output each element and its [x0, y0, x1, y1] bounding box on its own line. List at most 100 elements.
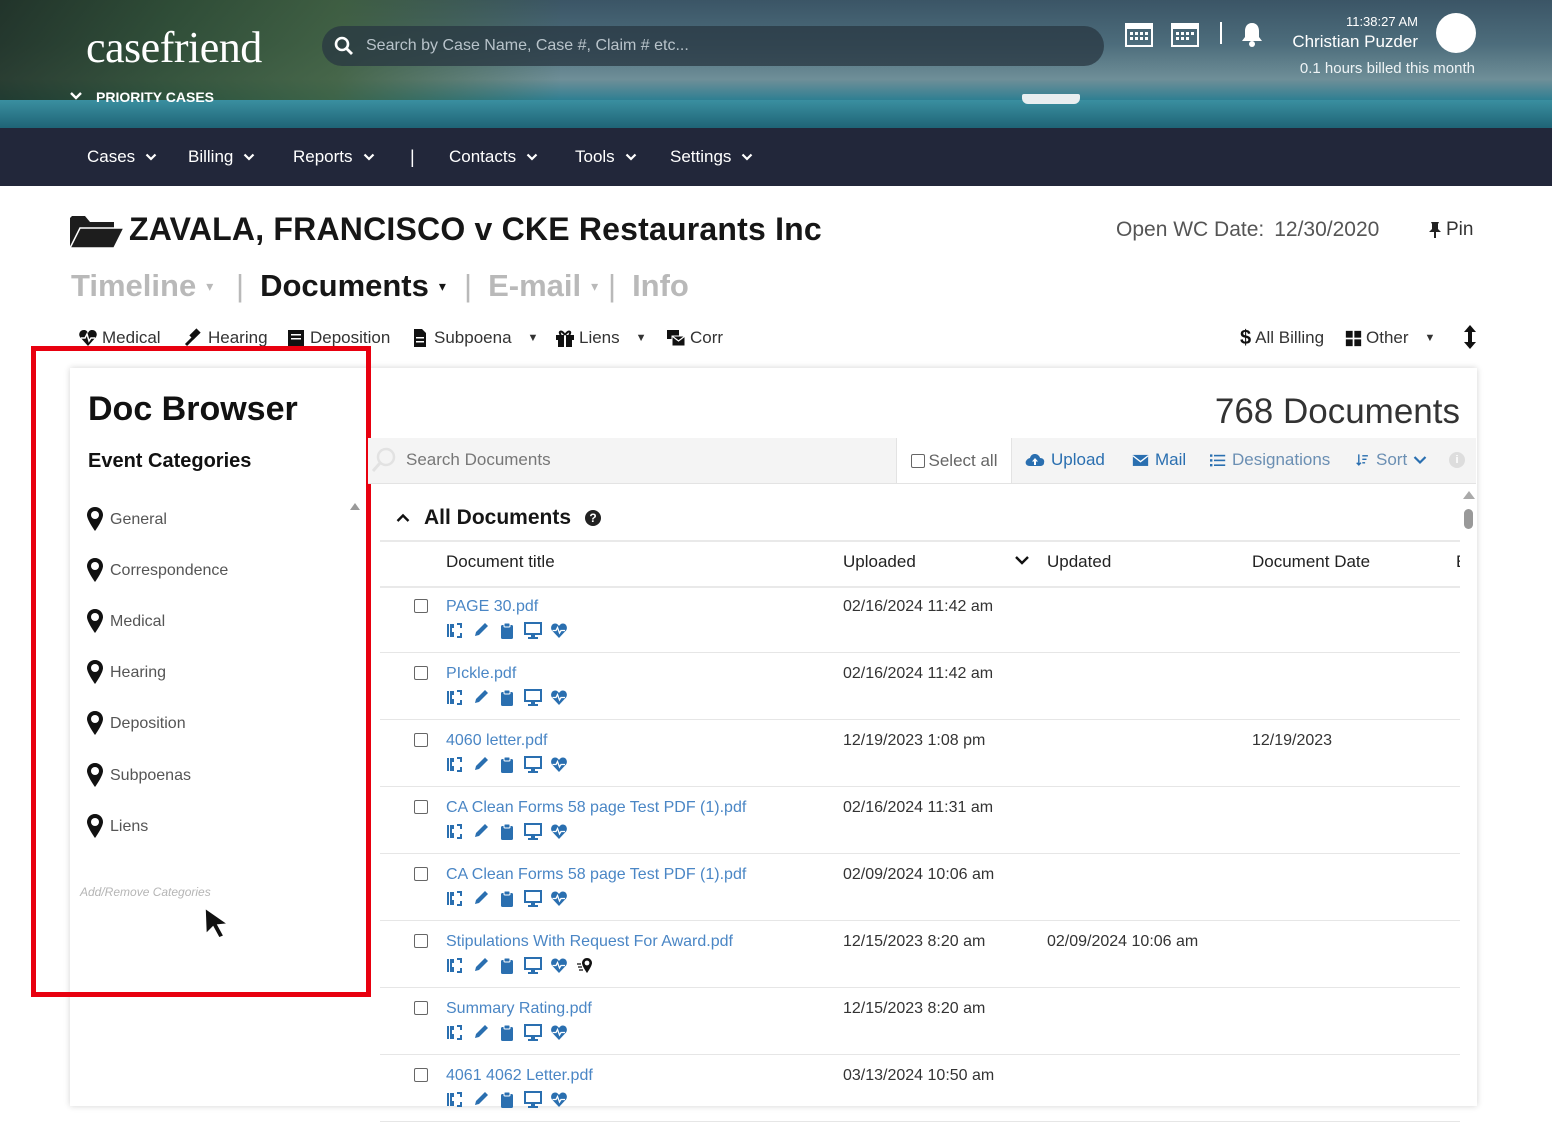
table-row[interactable]: 4061 4062 Letter.pdf 03/13/2024 10:50 am — [380, 1055, 1460, 1122]
tab-documents[interactable]: | Documents ▾ — [236, 268, 446, 304]
document-title-link[interactable]: CA Clean Forms 58 page Test PDF (1).pdf — [446, 866, 746, 884]
monitor-icon[interactable] — [524, 756, 542, 773]
tab-timeline[interactable]: Timeline ▾ — [71, 268, 213, 304]
category-medical[interactable]: Medical — [86, 607, 165, 637]
document-title-link[interactable]: PIckle.pdf — [446, 665, 516, 683]
add-remove-categories-link[interactable]: Add/Remove Categories — [80, 885, 211, 899]
help-icon[interactable]: ? — [585, 510, 602, 526]
heart-pulse-icon[interactable] — [550, 823, 568, 840]
pencil-icon[interactable] — [472, 890, 490, 907]
monitor-icon[interactable] — [524, 1091, 542, 1108]
expand-vertical-icon[interactable] — [1462, 324, 1478, 350]
subnav-corr[interactable]: Corr — [666, 326, 723, 350]
column-uploaded[interactable]: Uploaded — [843, 552, 916, 572]
heart-pulse-icon[interactable] — [550, 957, 568, 974]
document-search[interactable] — [370, 440, 888, 480]
category-general[interactable]: General — [86, 505, 167, 535]
nav-tools[interactable]: Tools — [575, 128, 637, 186]
nav-billing[interactable]: Billing — [188, 128, 255, 186]
avatar[interactable] — [1436, 13, 1476, 53]
select-all-checkbox[interactable] — [910, 453, 925, 468]
table-row[interactable]: CA Clean Forms 58 page Test PDF (1).pdf 0… — [380, 787, 1460, 854]
row-checkbox[interactable] — [414, 666, 428, 680]
category-subpoenas[interactable]: Subpoenas — [86, 761, 191, 791]
calendar-week-icon[interactable] — [1170, 20, 1200, 48]
clipboard-icon[interactable] — [498, 756, 516, 773]
pencil-icon[interactable] — [472, 756, 490, 773]
heart-pulse-icon[interactable] — [550, 1024, 568, 1041]
document-title-link[interactable]: PAGE 30.pdf — [446, 598, 538, 616]
category-deposition[interactable]: Deposition — [86, 709, 186, 739]
column-truncated[interactable]: E — [1456, 552, 1460, 572]
global-search-input[interactable] — [364, 36, 1068, 56]
barcode-icon[interactable] — [446, 689, 464, 706]
tab-info[interactable]: | Info — [608, 268, 689, 304]
subnav-subpoena[interactable]: Subpoena ▼ — [410, 326, 538, 350]
table-row[interactable]: PIckle.pdf 02/16/2024 11:42 am — [380, 653, 1460, 720]
document-title-link[interactable]: Stipulations With Request For Award.pdf — [446, 933, 733, 951]
brand-logo[interactable]: casefriend — [86, 22, 262, 73]
table-row[interactable]: Stipulations With Request For Award.pdf 1… — [380, 921, 1460, 988]
nav-contacts[interactable]: Contacts — [449, 128, 538, 186]
barcode-icon[interactable] — [446, 957, 464, 974]
monitor-icon[interactable] — [524, 890, 542, 907]
heart-pulse-icon[interactable] — [550, 1091, 568, 1108]
clipboard-icon[interactable] — [498, 622, 516, 639]
clipboard-icon[interactable] — [498, 957, 516, 974]
clipboard-icon[interactable] — [498, 823, 516, 840]
nav-settings[interactable]: Settings — [670, 128, 753, 186]
category-hearing[interactable]: Hearing — [86, 658, 166, 688]
clipboard-icon[interactable] — [498, 1091, 516, 1108]
scroll-thumb[interactable] — [1464, 509, 1473, 529]
upload-button[interactable]: Upload — [1025, 448, 1105, 472]
user-name[interactable]: Christian Puzder — [1250, 32, 1418, 52]
row-checkbox[interactable] — [414, 733, 428, 747]
category-correspondence[interactable]: Correspondence — [86, 556, 228, 586]
heart-pulse-icon[interactable] — [550, 890, 568, 907]
row-checkbox[interactable] — [414, 1068, 428, 1082]
barcode-icon[interactable] — [446, 1091, 464, 1108]
pencil-icon[interactable] — [472, 622, 490, 639]
all-documents-header[interactable]: All Documents ? — [396, 506, 602, 530]
designations-button[interactable]: Designations — [1210, 448, 1330, 472]
sort-button[interactable]: Sort — [1356, 448, 1427, 472]
subnav-hearing[interactable]: Hearing — [184, 326, 268, 350]
subnav-liens[interactable]: Liens ▼ — [555, 326, 647, 350]
barcode-icon[interactable] — [446, 622, 464, 639]
heart-pulse-icon[interactable] — [550, 622, 568, 639]
category-liens[interactable]: Liens — [86, 812, 148, 842]
table-row[interactable]: CA Clean Forms 58 page Test PDF (1).pdf 0… — [380, 854, 1460, 921]
column-document-title[interactable]: Document title — [446, 552, 555, 572]
barcode-icon[interactable] — [446, 890, 464, 907]
row-checkbox[interactable] — [414, 1001, 428, 1015]
select-all[interactable]: Select all — [896, 438, 1012, 483]
pin-button[interactable]: Pin — [1428, 219, 1473, 241]
calendar-icon[interactable] — [1124, 20, 1154, 48]
pencil-icon[interactable] — [472, 1024, 490, 1041]
monitor-icon[interactable] — [524, 823, 542, 840]
subnav-deposition[interactable]: Deposition — [286, 326, 390, 350]
monitor-icon[interactable] — [524, 622, 542, 639]
barcode-icon[interactable] — [446, 823, 464, 840]
column-updated[interactable]: Updated — [1047, 552, 1111, 572]
column-document-date[interactable]: Document Date — [1252, 552, 1370, 572]
heart-pulse-icon[interactable] — [550, 689, 568, 706]
pencil-icon[interactable] — [472, 823, 490, 840]
table-row[interactable]: 4060 letter.pdf 12/19/2023 1:08 pm 12/19/2… — [380, 720, 1460, 787]
document-title-link[interactable]: CA Clean Forms 58 page Test PDF (1).pdf — [446, 799, 746, 817]
documents-scrollbar[interactable] — [1463, 491, 1475, 529]
document-title-link[interactable]: Summary Rating.pdf — [446, 1000, 592, 1018]
clipboard-icon[interactable] — [498, 890, 516, 907]
subnav-other[interactable]: Other ▼ — [1345, 326, 1435, 350]
row-checkbox[interactable] — [414, 867, 428, 881]
tab-email[interactable]: | E-mail ▾ — [464, 268, 598, 304]
info-icon[interactable]: i — [1449, 452, 1465, 468]
subnav-medical[interactable]: Medical — [78, 326, 161, 350]
row-checkbox[interactable] — [414, 800, 428, 814]
chevron-down-icon[interactable] — [1014, 552, 1030, 568]
document-title-link[interactable]: 4060 letter.pdf — [446, 732, 547, 750]
monitor-icon[interactable] — [524, 1024, 542, 1041]
subnav-all-billing[interactable]: $ All Billing — [1240, 326, 1324, 350]
document-search-input[interactable] — [404, 449, 888, 471]
priority-cases-toggle[interactable]: PRIORITY CASES — [70, 89, 214, 105]
